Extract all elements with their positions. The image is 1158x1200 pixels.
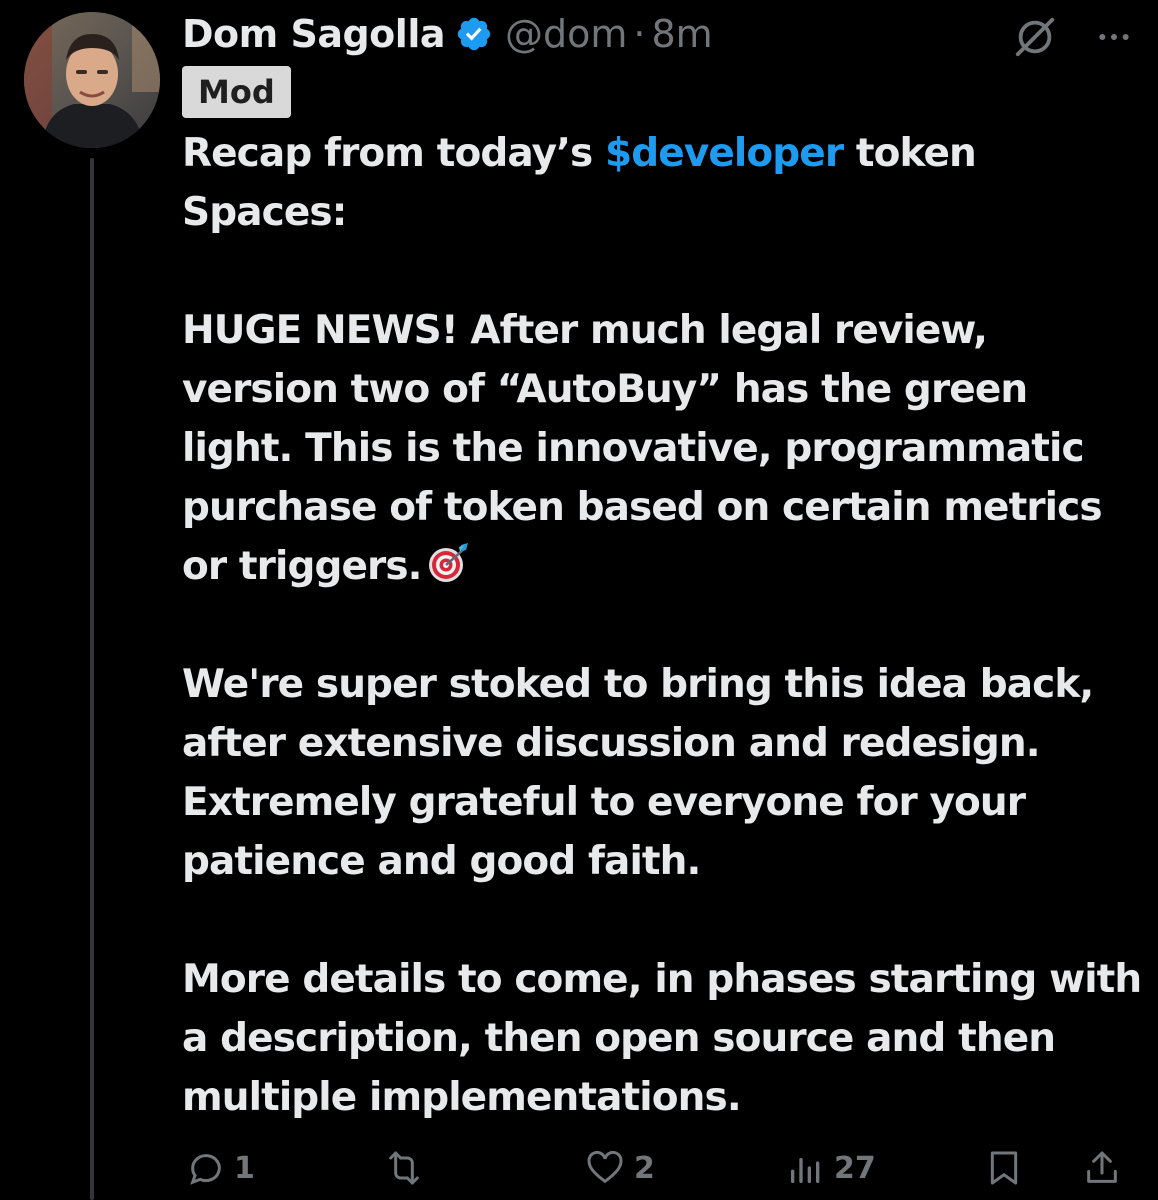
- grok-icon[interactable]: [1012, 14, 1058, 64]
- reply-count: 1: [234, 1150, 255, 1186]
- author-display-name[interactable]: Dom Sagolla: [182, 12, 446, 56]
- views-icon: [791, 1158, 820, 1183]
- cashtag-link[interactable]: $developer: [605, 131, 844, 176]
- post-header: Dom Sagolla @dom · 8m: [182, 8, 713, 60]
- post-top-icons: [1012, 14, 1134, 64]
- post-paragraph-3: We're super stoked to bring this idea ba…: [182, 662, 1094, 884]
- share-button[interactable]: [1082, 1148, 1122, 1188]
- views-count: 27: [834, 1150, 876, 1186]
- avatar[interactable]: [24, 12, 160, 148]
- bookmark-button[interactable]: [984, 1148, 1024, 1188]
- post-timestamp[interactable]: 8m: [651, 12, 712, 56]
- author-handle[interactable]: @dom: [505, 12, 627, 56]
- post-text-news: HUGE NEWS! After much legal review, vers…: [182, 308, 1103, 589]
- views-button[interactable]: 27: [786, 1148, 876, 1188]
- reply-button[interactable]: 1: [186, 1148, 255, 1188]
- separator-dot: ·: [633, 12, 646, 56]
- mod-badge: Mod: [182, 66, 291, 118]
- post-paragraph-1: Recap from today’s $developer token Spac…: [182, 124, 1142, 242]
- post-text-intro: Recap from today’s: [182, 131, 606, 176]
- share-icon: [1087, 1151, 1117, 1183]
- post-paragraph-4: More details to come, in phases starting…: [182, 957, 1142, 1120]
- post-action-bar: 1 2 27: [182, 1140, 1132, 1196]
- post-paragraph-2: HUGE NEWS! After much legal review, vers…: [182, 301, 1142, 596]
- repost-button[interactable]: [382, 1148, 434, 1188]
- more-options-icon[interactable]: [1094, 17, 1134, 61]
- like-count: 2: [634, 1150, 655, 1186]
- direct-hit-icon: [426, 541, 470, 585]
- thread-line: [90, 158, 94, 1200]
- like-button[interactable]: 2: [584, 1148, 655, 1188]
- avatar-image: [24, 12, 160, 148]
- verified-badge-icon[interactable]: [455, 15, 493, 53]
- post-body: Recap from today’s $developer token Spac…: [182, 124, 1142, 1127]
- reply-icon: [190, 1154, 221, 1185]
- bookmark-icon: [990, 1151, 1018, 1185]
- heart-icon: [587, 1150, 623, 1184]
- repost-icon: [389, 1151, 419, 1185]
